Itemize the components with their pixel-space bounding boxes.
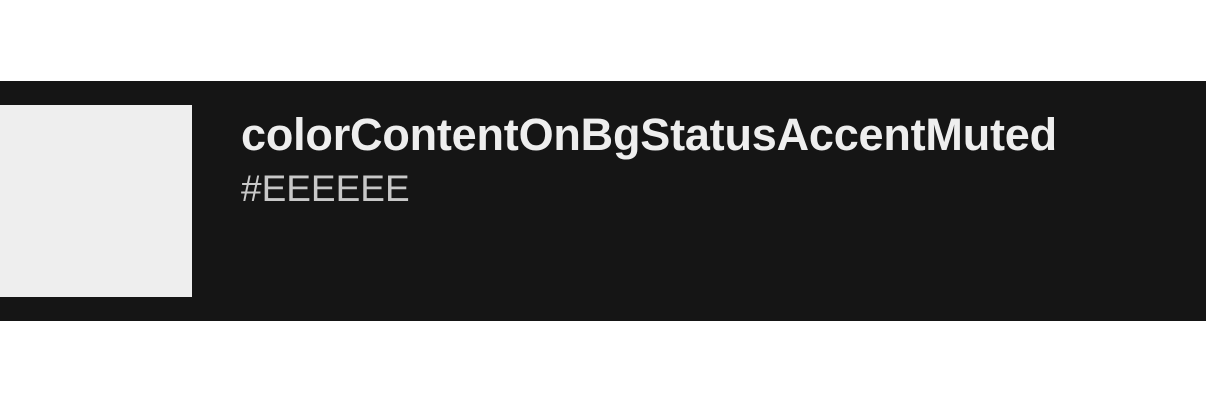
color-swatch: [0, 105, 192, 297]
page: colorContentOnBgStatusAccentMuted #EEEEE…: [0, 0, 1206, 402]
token-name: colorContentOnBgStatusAccentMuted: [241, 109, 1057, 160]
token-hex-value: #EEEEEE: [241, 168, 410, 209]
color-token-card: colorContentOnBgStatusAccentMuted #EEEEE…: [0, 81, 1206, 321]
